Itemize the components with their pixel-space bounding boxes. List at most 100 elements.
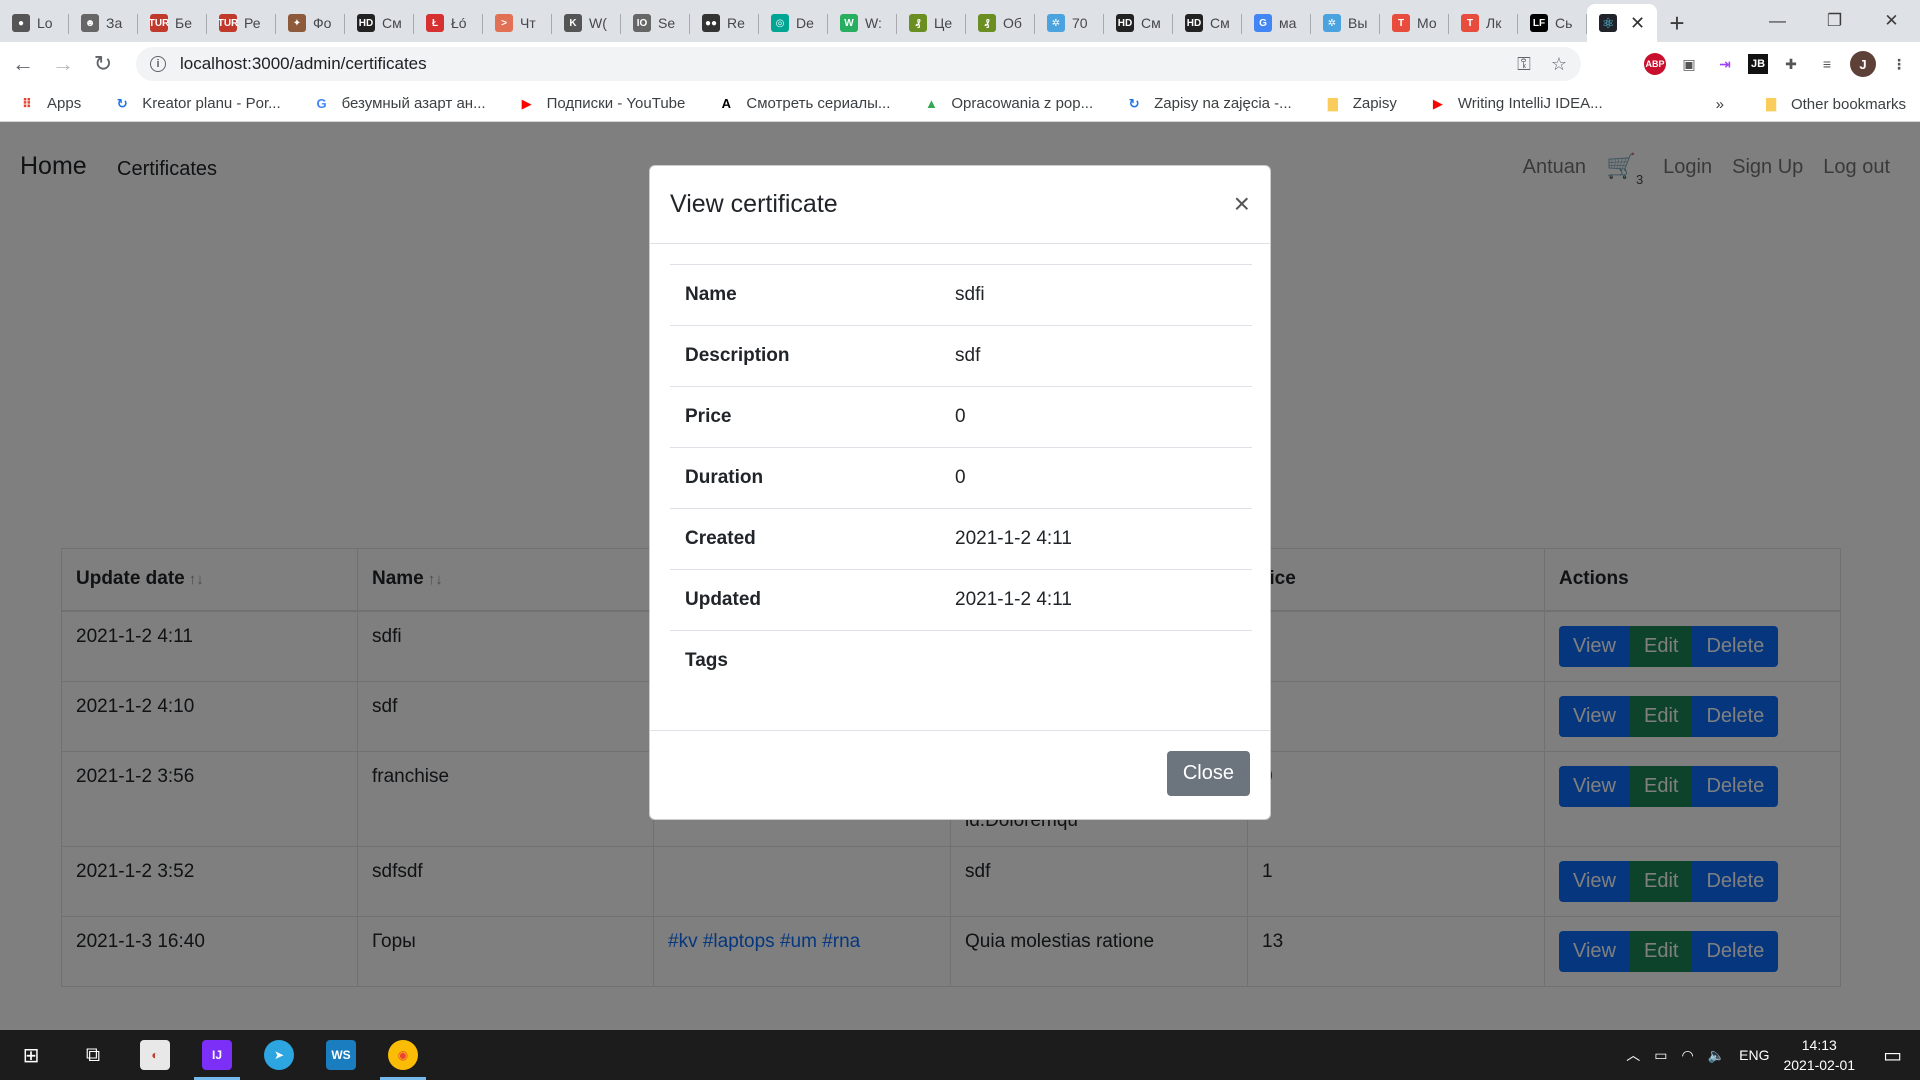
tab-favicon-icon: ₰ xyxy=(978,14,996,32)
close-button[interactable]: Close xyxy=(1166,751,1250,796)
key-icon[interactable]: ⚿ xyxy=(1517,54,1531,75)
detail-key: Price xyxy=(670,386,940,448)
bookmark-item[interactable]: A Смотреть сериалы... xyxy=(699,95,904,113)
browser-tab[interactable]: HD См xyxy=(345,4,414,42)
bookmark-item[interactable]: Gбезумный азарт ан... xyxy=(295,95,500,113)
browser-tab[interactable]: ₰ Об xyxy=(966,4,1035,42)
media-queue-icon[interactable]: ≡ xyxy=(1814,51,1840,77)
webstorm-app-icon[interactable]: WS xyxy=(310,1030,372,1080)
react-icon: ⚛ xyxy=(1599,14,1617,32)
detail-row: Duration 0 xyxy=(670,447,1252,509)
bookmark-item[interactable]: ↻ Kreator planu - Por... xyxy=(95,95,294,113)
browser-tab[interactable]: K W( xyxy=(552,4,621,42)
clock[interactable]: 14:13 2021-02-01 xyxy=(1783,1035,1855,1075)
battery-icon[interactable]: ▭ xyxy=(1654,1047,1667,1064)
extension-box-icon[interactable]: ▣ xyxy=(1676,51,1702,77)
browser-tab[interactable]: ✲ Вы xyxy=(1311,4,1380,42)
reload-icon[interactable]: ↻ xyxy=(86,47,120,81)
bookmark-item[interactable]: ⠿ Apps xyxy=(0,95,95,113)
restore-icon[interactable]: ❐ xyxy=(1806,0,1863,42)
site-info-icon[interactable]: i xyxy=(150,56,166,72)
view-certificate-modal: View certificate × Name sdfi Description sd… xyxy=(649,165,1271,820)
star-icon[interactable]: ☆ xyxy=(1551,54,1567,75)
youtube-icon: ▶ xyxy=(1432,95,1443,111)
browser-tab[interactable]: ₰ Це xyxy=(897,4,966,42)
tab-active[interactable]: ⚛ ✕ xyxy=(1587,4,1657,42)
tab-label: См xyxy=(1210,15,1230,31)
wifi-icon[interactable]: ◠ xyxy=(1681,1047,1693,1064)
browser-tab[interactable]: TUR Бе xyxy=(138,4,207,42)
tab-favicon-icon: LF xyxy=(1530,14,1548,32)
browser-tab[interactable]: T Мо xyxy=(1380,4,1449,42)
forward-arrow-icon[interactable]: → xyxy=(46,47,80,81)
a-icon: A xyxy=(721,96,732,111)
puzzle-icon[interactable]: ✚ xyxy=(1778,51,1804,77)
minimize-icon[interactable]: — xyxy=(1749,0,1806,42)
close-window-icon[interactable]: ✕ xyxy=(1863,0,1920,42)
browser-tab[interactable]: LF Сь xyxy=(1518,4,1587,42)
chrome-app-icon[interactable]: ◉ xyxy=(372,1030,434,1080)
bookmark-label: Opracowania z pop... xyxy=(951,95,1094,112)
tab-label: W( xyxy=(589,15,607,31)
bookmark-label: Zapisy na zajęcia -... xyxy=(1154,95,1292,112)
browser-tab[interactable]: ✲ 70 xyxy=(1035,4,1104,42)
task-view-icon[interactable]: ⧉ xyxy=(62,1030,124,1080)
folder-icon: ▇ xyxy=(1327,95,1338,111)
chevron-up-icon[interactable]: ︿ xyxy=(1626,1045,1640,1065)
browser-tab[interactable]: TUR Ре xyxy=(207,4,276,42)
bookmark-item[interactable]: ▲ Opracowania z pop... xyxy=(904,95,1107,113)
browser-tab[interactable]: Gма xyxy=(1242,4,1311,42)
browser-tab[interactable]: ● Lo xyxy=(0,4,69,42)
tab-favicon-icon: TUR xyxy=(149,14,169,32)
windows-start-icon[interactable]: ⊞ xyxy=(0,1030,62,1080)
browser-tab-strip: ● Lo ☻ За TUR Бе TUR Ре ✦ Фо HD См Ł Łó > Чт K W(IO Se ●● Re… xyxy=(0,0,1920,42)
browser-tab[interactable]: ☻ За xyxy=(69,4,138,42)
intellij-app-icon[interactable]: IJ xyxy=(186,1030,248,1080)
arrow-extension-icon[interactable]: ⇥ xyxy=(1712,51,1738,77)
other-bookmarks[interactable]: ▇ Other bookmarks xyxy=(1744,95,1920,113)
detail-value: 2021-1-2 4:11 xyxy=(940,508,1252,570)
browser-tab[interactable]: W W: xyxy=(828,4,897,42)
bookmark-item[interactable]: ↻ Zapisy na zajęcia -... xyxy=(1107,95,1306,113)
tab-label: Lo xyxy=(37,15,53,31)
tab-favicon-icon: ✦ xyxy=(288,14,306,32)
kebab-menu-icon[interactable]: ⋮ xyxy=(1886,51,1912,77)
detail-row: Tags xyxy=(670,631,1252,692)
browser-tab[interactable]: HD См xyxy=(1104,4,1173,42)
telegram-app-icon[interactable]: ➤ xyxy=(248,1030,310,1080)
notifications-icon[interactable]: ▭ xyxy=(1883,1043,1902,1068)
browser-tab[interactable]: ✦ Фо xyxy=(276,4,345,42)
address-bar[interactable]: i localhost:3000/admin/certificates ⚿ ☆ xyxy=(136,47,1581,81)
back-arrow-icon[interactable]: ← xyxy=(6,47,40,81)
omnibox-actions: ⚿ ☆ xyxy=(1517,47,1567,81)
browser-tab[interactable]: T Лк xyxy=(1449,4,1518,42)
language-indicator[interactable]: ENG xyxy=(1739,1047,1769,1063)
apps-grid-icon: ⠿ xyxy=(21,95,33,111)
bookmark-label: Подписки - YouTube xyxy=(546,95,686,112)
browser-tab[interactable]: ●● Re xyxy=(690,4,759,42)
bookmark-item[interactable]: ▶ Подписки - YouTube xyxy=(500,95,700,113)
bookmark-item[interactable]: ▇ Zapisy xyxy=(1306,95,1411,113)
new-tab-button[interactable]: + xyxy=(1657,4,1697,42)
browser-tab[interactable]: HD См xyxy=(1173,4,1242,42)
jetbrains-icon[interactable]: JB xyxy=(1748,54,1768,74)
volume-icon[interactable]: 🔈 xyxy=(1708,1047,1725,1064)
paint-app-icon[interactable]: ◐ xyxy=(124,1030,186,1080)
browser-tab[interactable]: Ł Łó xyxy=(414,4,483,42)
bookmark-item[interactable]: ▶ Writing IntelliJ IDEA... xyxy=(1411,95,1617,113)
browser-tab[interactable]: ◎ De xyxy=(759,4,828,42)
browser-tab[interactable]: > Чт xyxy=(483,4,552,42)
adblock-icon[interactable]: ABP xyxy=(1644,53,1666,75)
detail-key: Created xyxy=(670,508,940,570)
browser-tab[interactable]: IO Se xyxy=(621,4,690,42)
avatar[interactable]: J xyxy=(1850,51,1876,77)
url-text[interactable]: localhost:3000/admin/certificates xyxy=(180,54,427,74)
close-icon[interactable]: × xyxy=(1234,188,1250,220)
close-tab-icon[interactable]: ✕ xyxy=(1630,13,1645,34)
modal-header: View certificate × xyxy=(650,166,1270,244)
bookmarks-overflow-icon[interactable]: » xyxy=(1716,96,1744,113)
detail-row: Updated 2021-1-2 4:11 xyxy=(670,569,1252,631)
tab-favicon-icon: ●● xyxy=(702,14,720,32)
modal-footer: Close xyxy=(650,730,1270,819)
bookmarks-bar: ⠿ Apps ↻ Kreator planu - Por... Gбезумный аз… xyxy=(0,86,1920,122)
